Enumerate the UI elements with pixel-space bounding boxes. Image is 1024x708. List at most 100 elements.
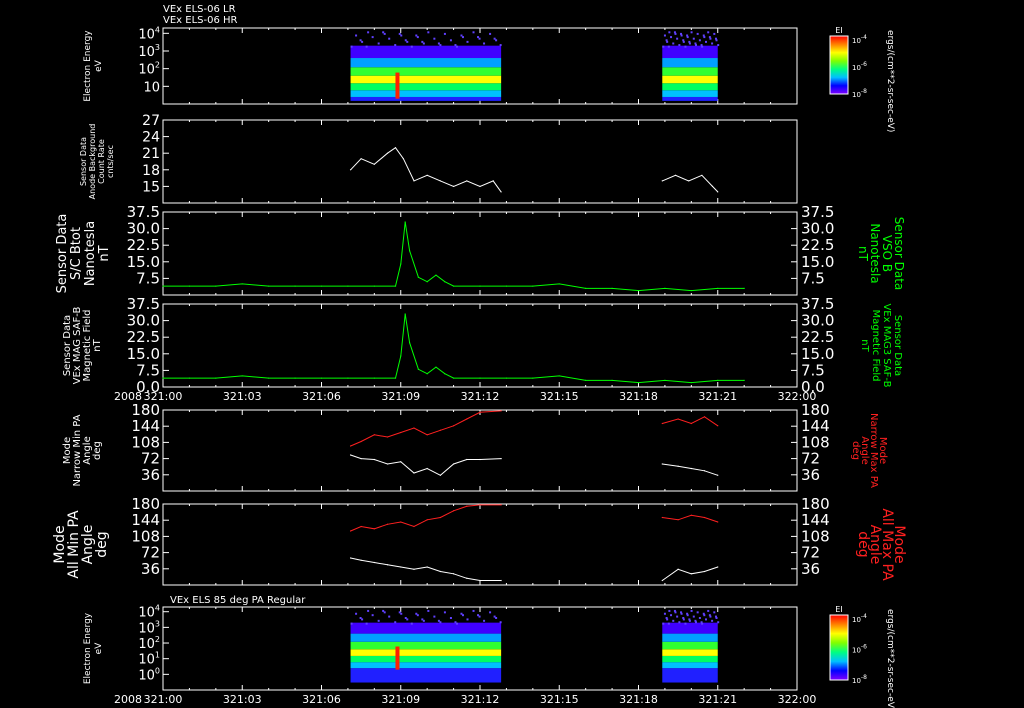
data-point (532, 285, 534, 287)
x-tick-label: 321:12 (461, 390, 500, 403)
data-point (394, 147, 397, 149)
series-line (662, 463, 718, 476)
spectrogram-cell (377, 619, 380, 622)
data-point (479, 504, 481, 506)
spectrogram-cell (350, 67, 502, 76)
spectrogram-cell (365, 45, 368, 48)
data-point (452, 185, 455, 187)
y-tick-label: 37.5 (127, 295, 160, 313)
series-line (662, 416, 719, 427)
colorbar-tick-label: 10-8 (852, 88, 867, 99)
spectrogram-cell (670, 36, 673, 39)
spectrogram-cell (350, 622, 353, 625)
data-point (413, 525, 415, 528)
spectrogram-cell (437, 619, 440, 622)
data-point (532, 377, 534, 379)
data-point (677, 568, 679, 570)
spectrogram-cell (702, 34, 705, 37)
data-point (413, 472, 415, 474)
y-tick-label: 7.5 (136, 269, 160, 287)
spectrogram-cell (686, 612, 689, 615)
y-tick-label-right: 72 (801, 544, 820, 562)
data-point (717, 191, 719, 193)
data-point (452, 573, 455, 575)
spectrogram-cell (663, 34, 666, 37)
data-point (349, 445, 352, 447)
spectrogram-cell (686, 34, 689, 37)
data-point (690, 289, 692, 292)
data-point (717, 379, 719, 381)
spectrogram-cell (662, 96, 718, 101)
spectrogram-cell (395, 646, 400, 670)
data-point (400, 355, 402, 357)
spectrogram-cell (404, 617, 407, 620)
spectrogram-cell (717, 44, 720, 47)
data-point (500, 504, 502, 506)
spectrogram-cell (367, 31, 370, 34)
data-point (347, 285, 349, 287)
y-tick-label: 22.5 (127, 236, 160, 254)
spectrogram-cell (499, 621, 502, 624)
data-point (479, 377, 481, 379)
data-point (479, 579, 481, 582)
spectrogram-cell (696, 32, 699, 35)
spectrogram-cell (676, 37, 679, 40)
spectrogram-cell (670, 614, 673, 617)
spectrogram-cell (483, 42, 486, 45)
spectrogram-cell (350, 649, 502, 656)
spectrogram-cell (350, 90, 502, 97)
spectrogram-cell (707, 609, 710, 612)
x-tick-label: 321:15 (540, 693, 579, 706)
y-tick-label: 22.5 (127, 328, 160, 346)
spectrogram-cell (667, 622, 670, 625)
data-point (479, 285, 481, 287)
data-point (444, 373, 446, 375)
x-tick-label: 321:21 (698, 693, 737, 706)
data-point (347, 377, 349, 379)
x-tick-label: 321:21 (698, 390, 737, 403)
data-point (360, 525, 362, 528)
data-point (677, 465, 679, 467)
spectrogram-cell (350, 622, 502, 634)
y-tick-label-right: 144 (801, 417, 830, 435)
y-tick-label: 100 (138, 666, 160, 683)
y-axis-label: S/C Btot (69, 227, 84, 280)
spectrogram-cell (499, 44, 502, 47)
spectrogram-cell (460, 34, 463, 37)
series-line (350, 147, 502, 193)
data-point (426, 373, 428, 375)
data-point (162, 377, 164, 379)
colorbar-label: EI (835, 605, 842, 614)
y-axis-label: deg (94, 531, 110, 557)
spectrogram-cell (704, 618, 707, 621)
y-tick-label-right: 15.0 (801, 345, 834, 363)
y-tick-label: 102 (138, 61, 160, 78)
spectrogram-cell (662, 45, 718, 59)
data-point (690, 514, 692, 516)
x-tick-label: 321:03 (223, 693, 262, 706)
data-point (188, 285, 191, 287)
data-point (413, 427, 415, 429)
data-point (360, 158, 362, 160)
data-point (417, 368, 419, 370)
y-tick-label: 36 (141, 466, 160, 484)
data-point (690, 422, 692, 425)
y-tick-label-right: 180 (801, 495, 830, 513)
spectrogram-cell (394, 621, 397, 624)
y-tick-label: 144 (131, 511, 160, 529)
spectrogram-cell (454, 44, 457, 47)
spectrogram-cell (668, 609, 671, 612)
y-tick-label-right: 22.5 (801, 236, 834, 254)
data-point (413, 568, 415, 570)
data-point (701, 174, 703, 176)
panel-frame (162, 409, 798, 492)
colorbar-units: ergs/(cm**2-sr-sec-eV) (885, 609, 895, 708)
y-tick-label: 72 (141, 544, 160, 562)
data-point (690, 467, 692, 470)
data-point (717, 287, 719, 289)
y-axis-label-right: nT (859, 339, 870, 352)
data-point (688, 180, 690, 182)
y-tick-label-right: 144 (801, 511, 830, 529)
spectrogram-cell (493, 37, 496, 40)
spectrogram-cell (700, 44, 703, 47)
